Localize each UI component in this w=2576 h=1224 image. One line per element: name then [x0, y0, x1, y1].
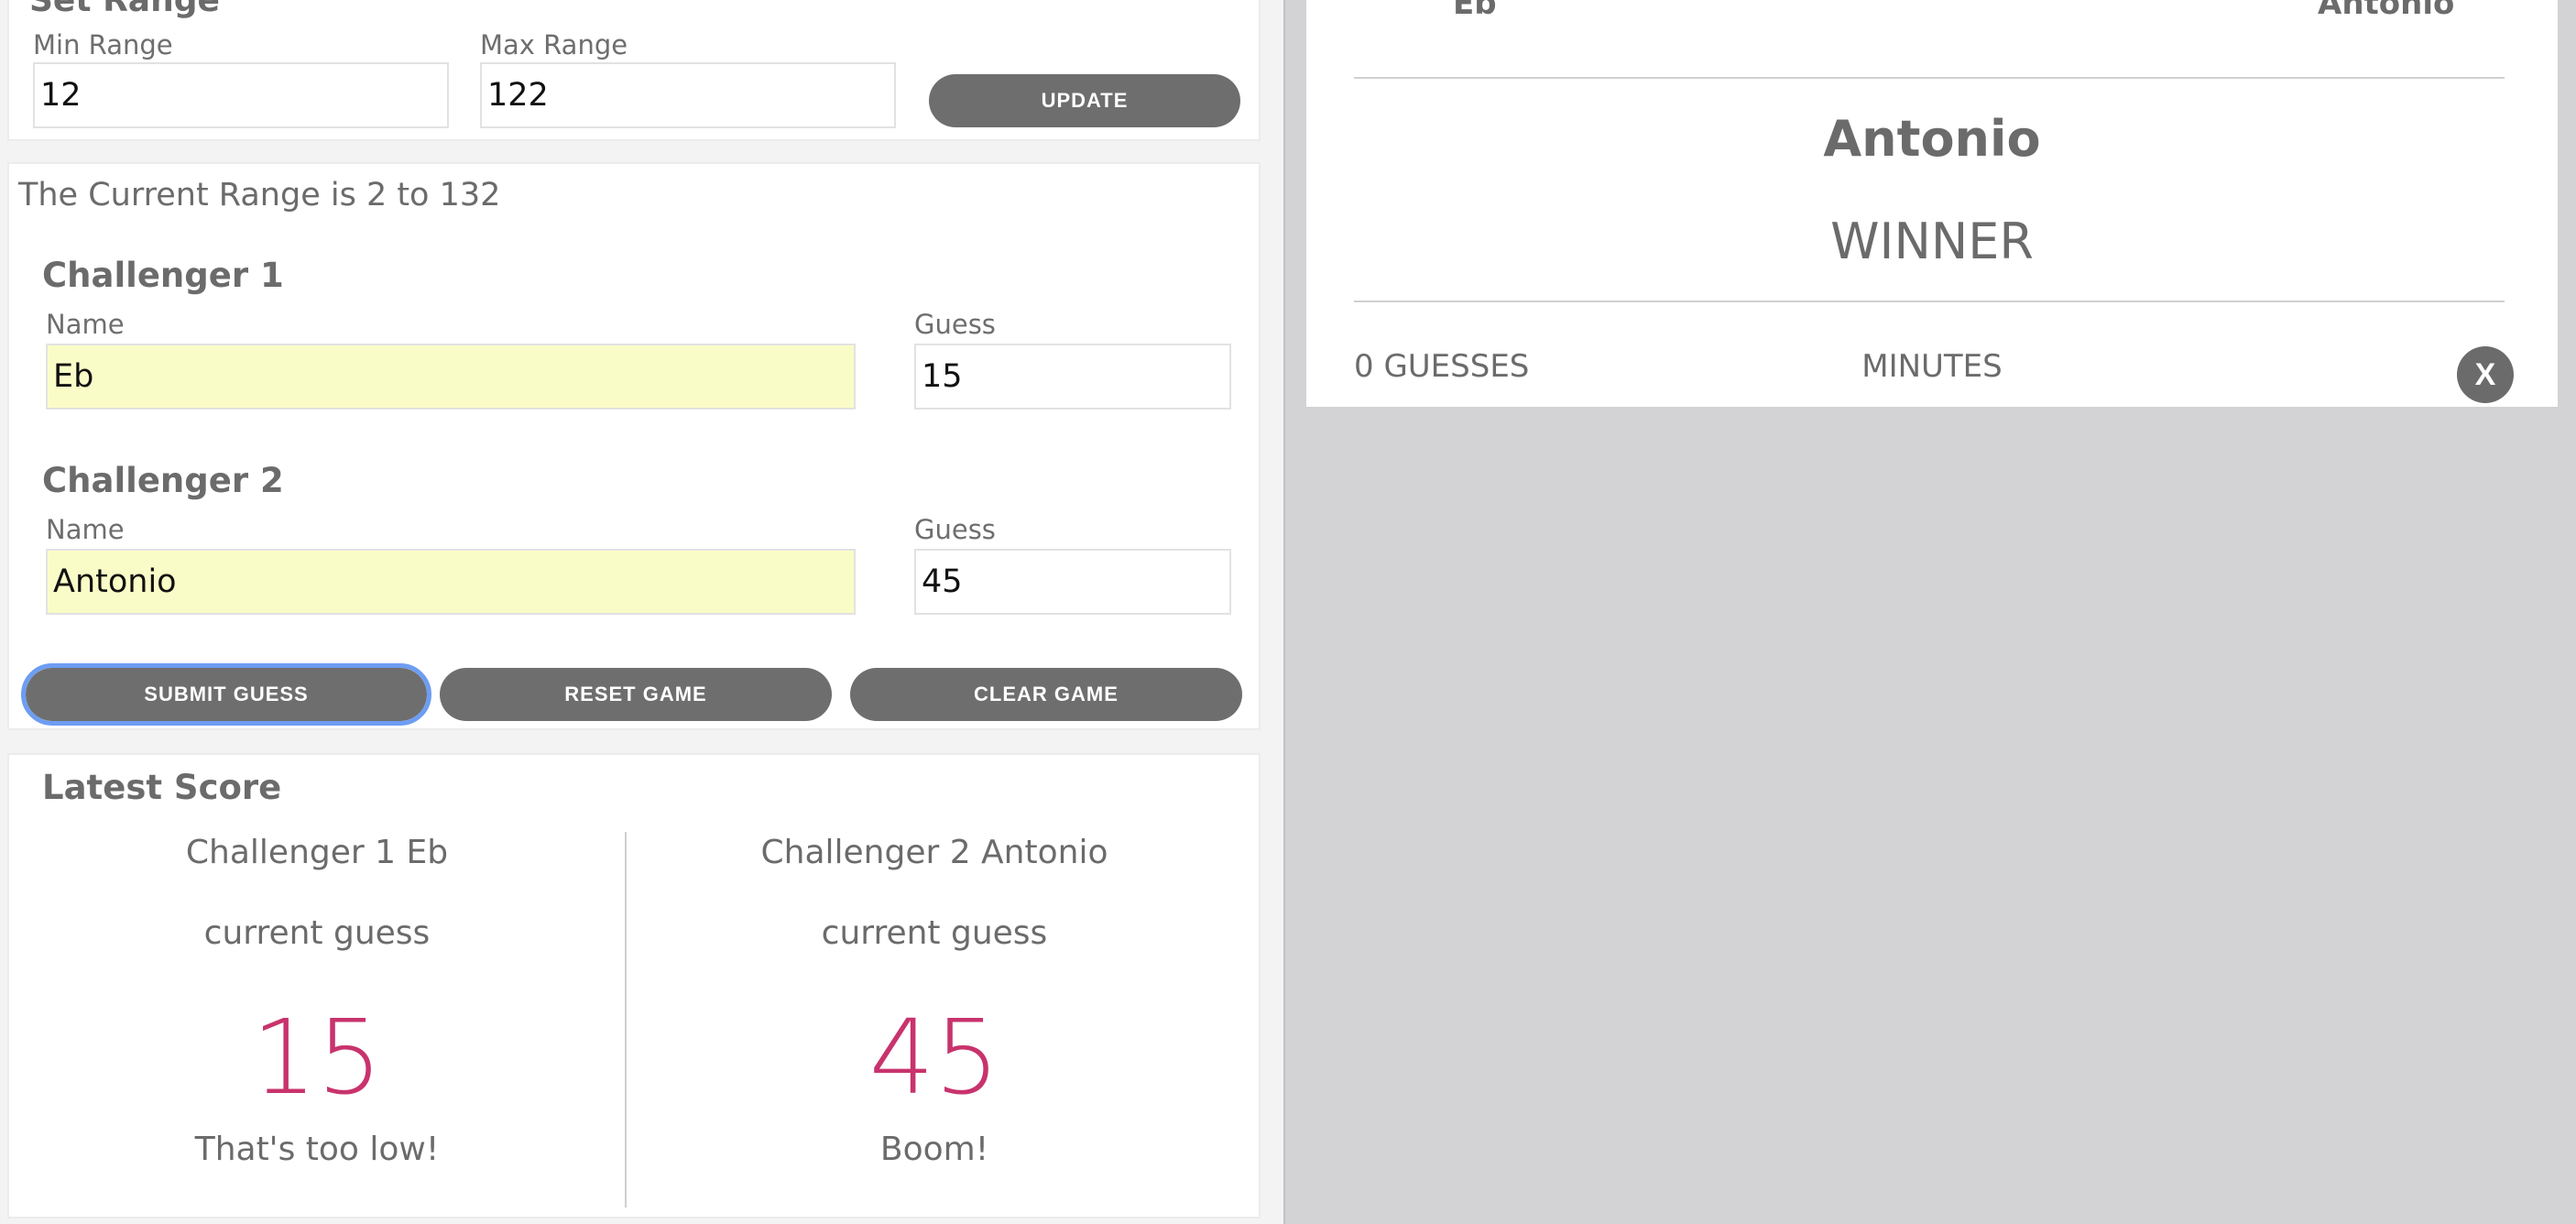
result-top-rule: [1354, 77, 2505, 79]
submit-guess-button[interactable]: SUBMIT GUESS: [21, 663, 431, 726]
max-range-label: Max Range: [480, 29, 628, 60]
result-bottom-rule: [1354, 301, 2505, 302]
result-vs: vs: [1874, 0, 1966, 6]
score-right-number: 45: [868, 999, 1000, 1118]
challenger1-name-input[interactable]: Eb: [46, 344, 856, 410]
min-range-label: Min Range: [33, 29, 173, 60]
score-left-feedback: That's too low!: [194, 1131, 440, 1168]
result-player2: Antonio: [2318, 0, 2455, 22]
challenger2-guess-label: Guess: [914, 514, 996, 545]
score-left-title: Challenger 1 Eb: [185, 834, 449, 871]
min-range-input[interactable]: 12: [33, 62, 449, 128]
score-left-number: 15: [251, 999, 383, 1118]
score-right-subtitle: current guess: [821, 914, 1048, 952]
challenger2-name-input[interactable]: Antonio: [46, 549, 856, 615]
left-panel: Set Range Min Range 12 Max Range 122 UPD…: [0, 0, 1285, 1224]
result-card: Eb vs Antonio Antonio WINNER 0 GUESSES M…: [1306, 0, 2558, 407]
latest-score-card: Latest Score Challenger 1 Eb current gue…: [7, 753, 1261, 1219]
challenger1-name-label: Name: [46, 309, 125, 340]
challenger1-heading: Challenger 1: [42, 256, 284, 295]
score-right-feedback: Boom!: [879, 1131, 989, 1168]
challenger2-name-label: Name: [46, 514, 125, 545]
result-player1: Eb: [1453, 0, 1497, 22]
current-range-text: The Current Range is 2 to 132: [18, 177, 501, 213]
challenger1-guess-label: Guess: [914, 309, 996, 340]
reset-game-button[interactable]: RESET GAME: [440, 668, 832, 721]
challenger2-heading: Challenger 2: [42, 461, 284, 500]
latest-score-title: Latest Score: [42, 768, 282, 807]
result-winner-label: WINNER: [1830, 213, 2034, 270]
update-button[interactable]: UPDATE: [929, 74, 1240, 127]
max-range-input[interactable]: 122: [480, 62, 896, 128]
game-card: The Current Range is 2 to 132 Challenger…: [7, 162, 1261, 730]
close-icon[interactable]: X: [2457, 346, 2514, 403]
set-range-card: Set Range Min Range 12 Max Range 122 UPD…: [7, 0, 1261, 141]
clear-game-button[interactable]: CLEAR GAME: [850, 668, 1242, 721]
challenger2-guess-input[interactable]: 45: [914, 549, 1231, 615]
result-winner-name: Antonio: [1823, 110, 2041, 168]
score-left-subtitle: current guess: [203, 914, 431, 952]
set-range-title: Set Range: [29, 0, 220, 19]
app-root: Set Range Min Range 12 Max Range 122 UPD…: [0, 0, 2576, 1224]
challenger1-guess-input[interactable]: 15: [914, 344, 1231, 410]
score-right-title: Challenger 2 Antonio: [760, 834, 1108, 871]
result-minutes: MINUTES: [1861, 348, 2003, 385]
